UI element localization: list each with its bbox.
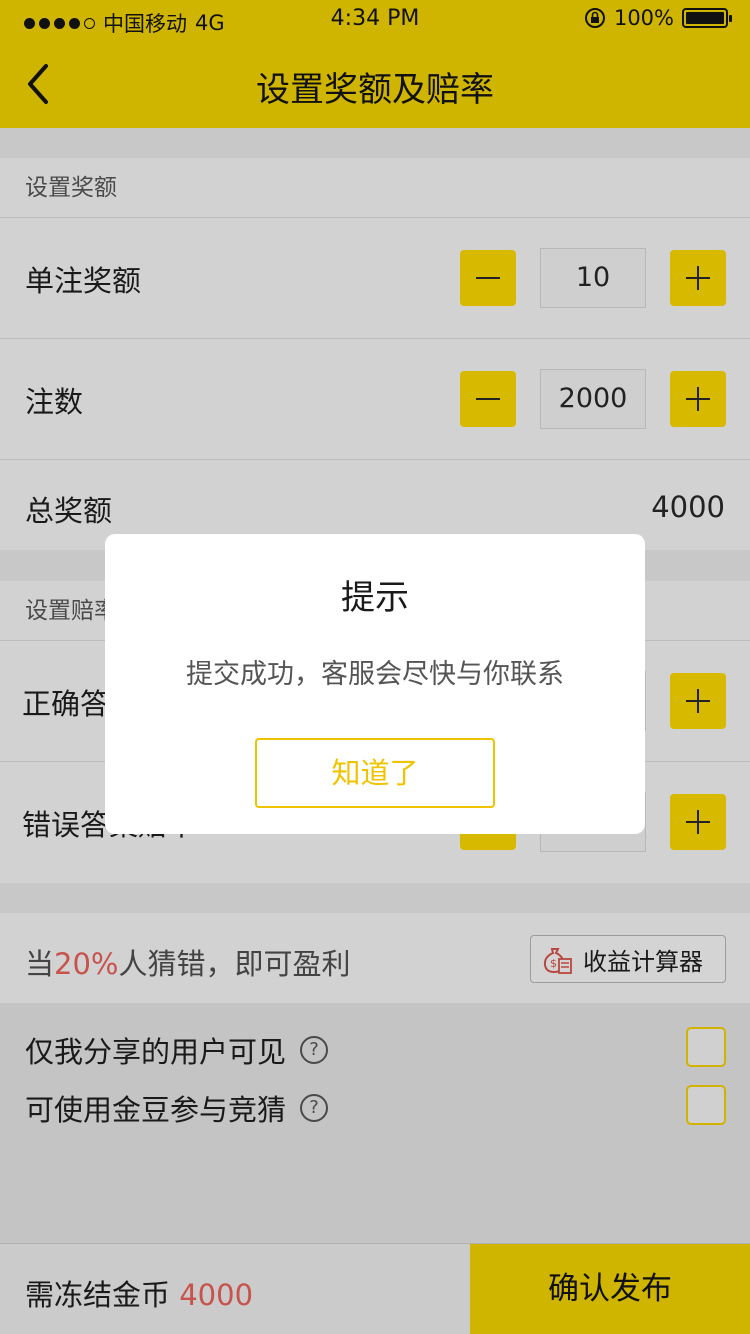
- help-icon[interactable]: ?: [300, 1094, 329, 1122]
- bottom-bar: 需冻结金币 4000 确认发布: [0, 1243, 750, 1334]
- page-title: 设置奖额及赔率: [256, 70, 494, 110]
- bet-count-row: 注数 2000: [0, 339, 750, 460]
- money-bag-calculator-icon: $: [543, 948, 572, 974]
- prize-section: 设置奖额 单注奖额 10 注数 2000 总奖额 4000: [0, 158, 750, 550]
- freeze-coins-info: 需冻结金币 4000: [25, 1272, 253, 1314]
- confirm-publish-button[interactable]: 确认发布: [470, 1244, 750, 1334]
- option-gold-bean: 可使用金豆参与竞猜 ?: [25, 1087, 329, 1129]
- freeze-coins-label: 需冻结金币: [25, 1278, 171, 1312]
- battery-percent: 100%: [613, 6, 674, 30]
- share-visible-checkbox[interactable]: [686, 1027, 726, 1067]
- dialog-ok-button[interactable]: 知道了: [255, 738, 495, 808]
- wrong-odds-increment-button[interactable]: [670, 794, 726, 850]
- svg-text:$: $: [550, 957, 557, 970]
- profit-text: 当20%人猜错，即可盈利: [25, 941, 351, 983]
- profit-row: 当20%人猜错，即可盈利 $ 收益计算器: [0, 913, 750, 1003]
- gold-bean-checkbox[interactable]: [686, 1085, 726, 1125]
- minus-icon: [476, 277, 500, 279]
- profit-calculator-label: 收益计算器: [583, 947, 703, 976]
- profit-calculator-button[interactable]: $ 收益计算器: [530, 935, 726, 983]
- dialog-message: 提交成功，客服会尽快与你联系: [186, 659, 564, 690]
- bet-count-decrement-button[interactable]: [460, 371, 516, 427]
- bet-count-increment-button[interactable]: [670, 371, 726, 427]
- option-share-visible: 仅我分享的用户可见 ?: [25, 1029, 329, 1071]
- help-icon[interactable]: ?: [300, 1036, 329, 1064]
- freeze-coins-amount: 4000: [179, 1278, 254, 1312]
- option-share-visible-label: 仅我分享的用户可见: [25, 1035, 287, 1069]
- options-area: 仅我分享的用户可见 ? 可使用金豆参与竞猜 ?: [0, 1003, 750, 1243]
- profit-percent: 20%: [54, 947, 119, 981]
- rotation-lock-icon: [584, 8, 605, 28]
- profit-suffix: 人猜错，即可盈利: [118, 947, 351, 981]
- dialog-title: 提示: [341, 578, 409, 618]
- status-bar: 中国移动 4G 4:34 PM 100%: [0, 0, 750, 40]
- minus-icon: [476, 398, 500, 400]
- prize-section-header: 设置奖额: [0, 158, 750, 218]
- single-prize-row: 单注奖额 10: [0, 218, 750, 339]
- single-prize-label: 单注奖额: [25, 264, 142, 298]
- bet-count-label: 注数: [25, 385, 84, 419]
- nav-bar: 设置奖额及赔率: [0, 40, 750, 128]
- single-prize-input[interactable]: 10: [540, 248, 646, 308]
- total-prize-value: 4000: [651, 490, 725, 524]
- battery-icon: [682, 8, 732, 28]
- profit-prefix: 当: [25, 947, 55, 981]
- battery-info: 100%: [584, 6, 732, 30]
- correct-odds-increment-button[interactable]: [670, 673, 726, 729]
- single-prize-decrement-button[interactable]: [460, 250, 516, 306]
- total-prize-label: 总奖额: [25, 494, 113, 528]
- alert-dialog: 提示 提交成功，客服会尽快与你联系 知道了: [105, 534, 645, 834]
- bet-count-input[interactable]: 2000: [540, 369, 646, 429]
- option-gold-bean-label: 可使用金豆参与竞猜: [25, 1093, 287, 1127]
- single-prize-increment-button[interactable]: [670, 250, 726, 306]
